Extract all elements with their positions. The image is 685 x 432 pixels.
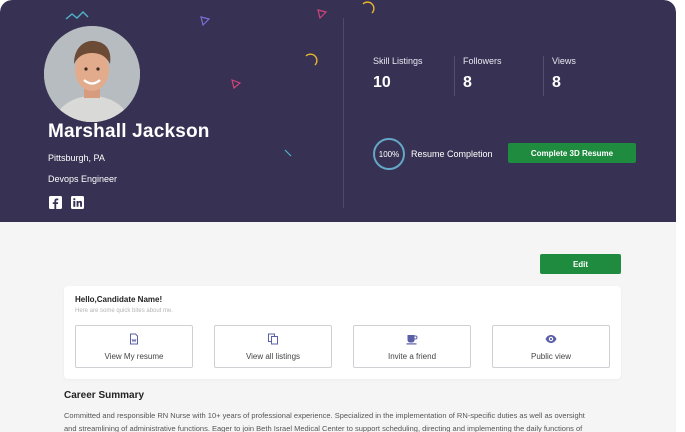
stat-label: Views (552, 56, 576, 66)
main-content: Edit Hello,Candidate Name! Here are some… (0, 222, 676, 432)
linkedin-icon[interactable] (71, 196, 84, 209)
coffee-cup-icon (406, 335, 418, 345)
stat-label: Skill Listings (373, 56, 423, 66)
eye-icon (545, 335, 557, 343)
resume-completion-label: Resume Completion (411, 149, 493, 159)
profile-header: Marshall Jackson Pittsburgh, PA Devops E… (0, 0, 676, 222)
public-view-button[interactable]: Public view (492, 325, 610, 368)
tile-label: View My resume (104, 352, 164, 361)
career-summary-title: Career Summary (64, 390, 145, 401)
profile-role: Devops Engineer (48, 174, 118, 184)
edit-button[interactable]: Edit (540, 254, 621, 274)
profile-location: Pittsburgh, PA (48, 153, 105, 163)
tile-label: Public view (530, 352, 571, 361)
profile-page: Marshall Jackson Pittsburgh, PA Devops E… (0, 0, 676, 432)
stat-followers: Followers 8 (463, 56, 502, 92)
view-resume-button[interactable]: View My resume (75, 325, 193, 368)
stat-value: 8 (552, 74, 561, 91)
view-listings-button[interactable]: View all listings (214, 325, 332, 368)
stat-divider (543, 56, 544, 96)
tile-label: Invite a friend (387, 352, 437, 361)
resume-completion-value: 100% (378, 149, 400, 159)
greeting: Hello,Candidate Name! (75, 295, 163, 304)
quick-bites-subtitle: Here are some quick bites about me. (75, 308, 174, 314)
stat-divider (454, 56, 455, 96)
header-divider (343, 18, 344, 208)
tile-label: View all listings (245, 352, 301, 361)
career-summary-text: Committed and responsible RN Nurse with … (64, 409, 624, 432)
stat-value: 8 (463, 74, 472, 91)
profile-name: Marshall Jackson (48, 121, 210, 142)
invite-friend-button[interactable]: Invite a friend (353, 325, 471, 368)
resume-completion-ring: 100% (373, 138, 405, 170)
career-summary-line: and streamlining of administrative funct… (64, 424, 583, 432)
quick-bites-card: Hello,Candidate Name! Here are some quic… (64, 286, 621, 379)
facebook-icon[interactable] (49, 196, 62, 209)
avatar (44, 26, 140, 122)
career-summary-line: Committed and responsible RN Nurse with … (64, 411, 585, 420)
stat-views: Views 8 (552, 56, 576, 92)
stat-label: Followers (463, 56, 502, 66)
stat-skill-listings: Skill Listings 10 (373, 56, 423, 92)
stat-value: 10 (373, 74, 391, 91)
document-icon (130, 333, 138, 345)
complete-3d-resume-button[interactable]: Complete 3D Resume (508, 143, 636, 163)
avatar-portrait (44, 26, 140, 122)
copy-icon (268, 333, 278, 345)
